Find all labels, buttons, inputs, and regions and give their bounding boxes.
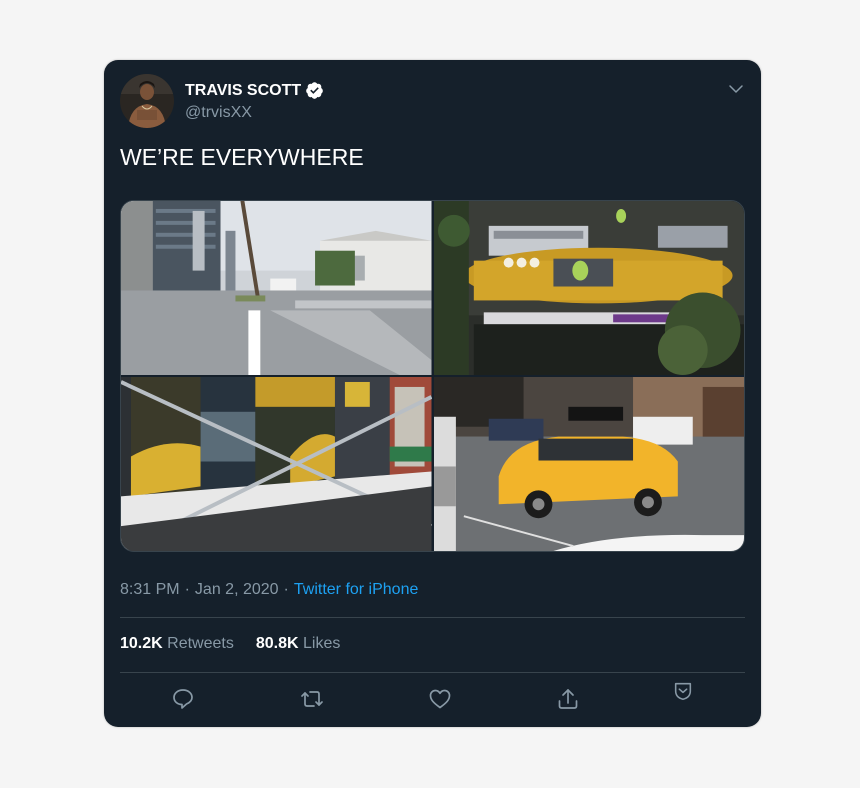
user-handle[interactable]: @trvisXX [185, 104, 252, 122]
photo-construction-wall-posters[interactable] [121, 377, 432, 551]
tweet-stats: 10.2K Retweets 80.8K Likes [120, 635, 340, 653]
heart-icon[interactable] [428, 687, 452, 711]
reply-icon[interactable] [171, 687, 195, 711]
tweet-time[interactable]: 8:31 PM [120, 581, 180, 599]
meta-separator: · [184, 581, 190, 598]
tweet-source-link[interactable]: Twitter for iPhone [294, 581, 419, 599]
retweet-icon[interactable] [300, 687, 324, 711]
verified-badge-icon [305, 81, 324, 100]
likes-stat[interactable]: 80.8K Likes [256, 635, 341, 653]
retweets-label: Retweets [167, 635, 234, 652]
tweet-date[interactable]: Jan 2, 2020 [195, 581, 279, 599]
author-name-row[interactable]: TRAVIS SCOTT [185, 81, 324, 100]
tweet-text: WE’RE EVERYWHERE [120, 144, 364, 170]
avatar[interactable] [120, 74, 174, 128]
photo-yellow-taxi-street[interactable] [433, 377, 744, 551]
tweet-meta: 8:31 PM · Jan 2, 2020 · Twitter for iPho… [120, 581, 418, 599]
photo-billboard-taxi-art[interactable] [433, 201, 744, 375]
photo-street-intersection[interactable] [121, 201, 432, 375]
chevron-down-icon[interactable] [727, 80, 745, 98]
tweet-actions [120, 682, 745, 718]
avatar-image [120, 74, 174, 128]
divider [120, 672, 745, 673]
bookmark-icon[interactable] [672, 680, 696, 704]
divider [120, 617, 745, 618]
retweets-stat[interactable]: 10.2K Retweets [120, 635, 234, 653]
share-icon[interactable] [556, 687, 580, 711]
meta-separator: · [283, 581, 289, 598]
display-name[interactable]: TRAVIS SCOTT [185, 82, 301, 100]
likes-label: Likes [303, 635, 341, 652]
likes-count: 80.8K [255, 635, 299, 652]
retweets-count: 10.2K [120, 635, 163, 652]
media-grid [120, 200, 745, 552]
tweet-card: TRAVIS SCOTT @trvisXX WE’RE EVERYWHERE 8… [104, 60, 761, 727]
